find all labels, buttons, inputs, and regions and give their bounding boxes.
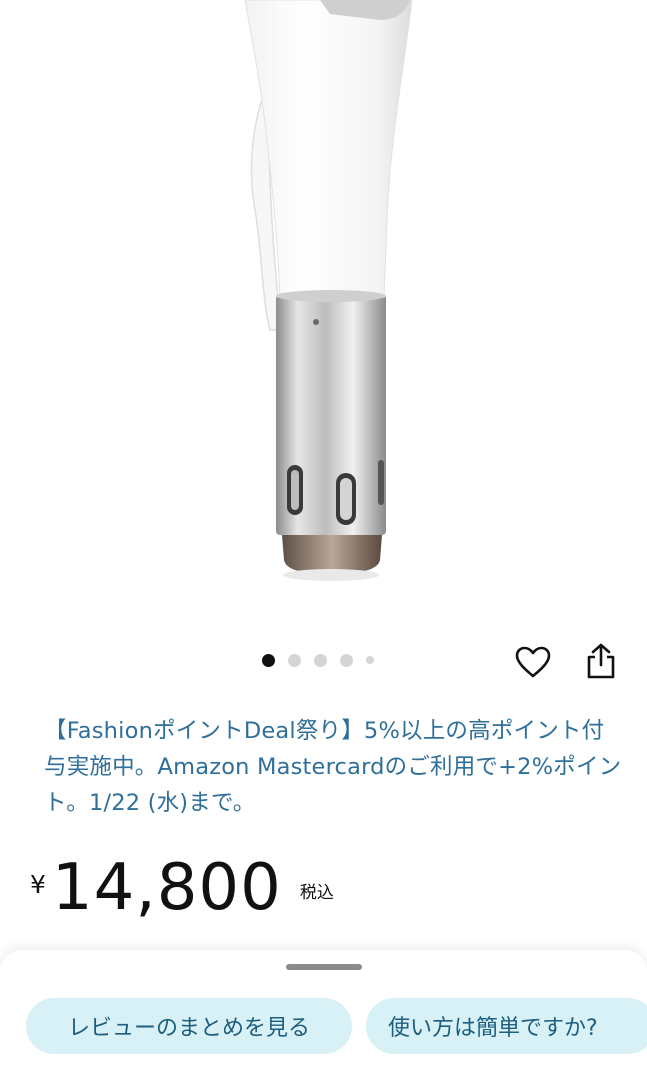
tax-included-label: 税込 [299, 883, 334, 903]
sheet-drag-handle[interactable] [286, 964, 362, 970]
carousel-dot-2[interactable] [288, 653, 301, 667]
carousel-dot-1[interactable] [262, 653, 275, 667]
carousel-dot-4[interactable] [340, 653, 353, 667]
share-icon [587, 643, 615, 679]
share-button[interactable] [580, 640, 622, 682]
sous-vide-product-illustration [244, 0, 413, 581]
bottom-sheet: レビューのまとめを見る 使い方は簡単ですか? [0, 950, 647, 1080]
carousel-dot-3[interactable] [314, 653, 327, 667]
price-value: 14,800 [51, 851, 282, 925]
easy-to-use-question-chip[interactable]: 使い方は簡単ですか? [366, 998, 647, 1054]
product-image[interactable] [0, 0, 647, 630]
image-carousel-indicator[interactable] [262, 653, 374, 667]
wishlist-button[interactable] [512, 642, 554, 682]
carousel-dot-5[interactable] [366, 656, 374, 664]
price: ¥ 14,800 税込 [30, 848, 334, 928]
promo-link[interactable]: 【FashionポイントDeal祭り】5%以上の高ポイント付与実施中。Amazo… [44, 713, 624, 821]
review-summary-chip[interactable]: レビューのまとめを見る [26, 998, 352, 1054]
price-currency: ¥ [30, 870, 46, 899]
heart-outline-icon [515, 646, 551, 678]
